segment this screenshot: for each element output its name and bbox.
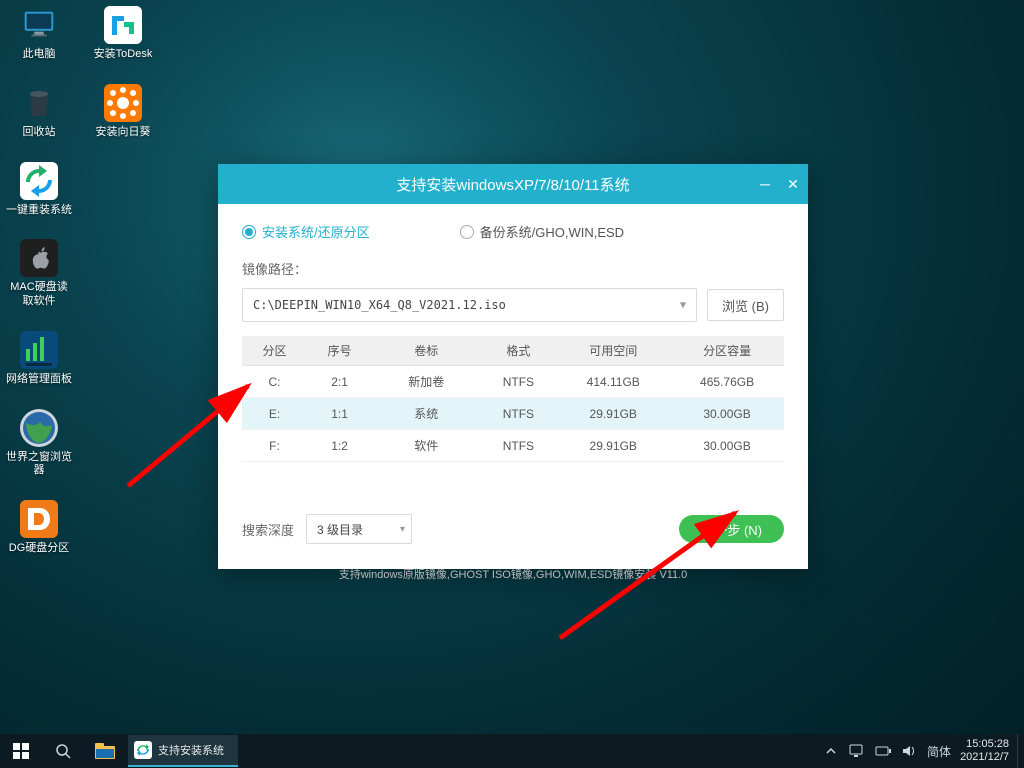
table-row[interactable]: E: 1:1 系统 NTFS 29.91GB 30.00GB: [242, 398, 784, 430]
tray-clock[interactable]: 15:05:28 2021/12/7: [956, 738, 1017, 763]
dg-icon: [20, 500, 58, 538]
dialog-footnote: 支持windows原版镜像,GHOST ISO镜像,GHO,WIM,ESD镜像安…: [242, 566, 784, 582]
taskbar-search-button[interactable]: [42, 734, 84, 768]
desktop-icon-reinstall[interactable]: 一键重装系统: [6, 162, 72, 218]
desktop-icon-netpanel[interactable]: 网络管理面板: [6, 331, 72, 387]
desktop-icon-this-pc[interactable]: 此电脑: [6, 6, 72, 62]
network-panel-icon: [20, 331, 58, 369]
start-button[interactable]: [0, 734, 42, 768]
radio-dot-icon: [460, 225, 474, 239]
radio-label: 备份系统/GHO,WIN,ESD: [480, 222, 624, 241]
install-dialog: 支持安装windowsXP/7/8/10/11系统 ─ ✕ 安装系统/还原分区 …: [218, 164, 808, 569]
desktop-icon-label: DG硬盘分区: [9, 542, 70, 556]
desktop-icon-label: 回收站: [23, 126, 56, 140]
next-button[interactable]: 下一步 (N): [679, 515, 784, 543]
desktop: 此电脑 安装ToDesk 回收站 安装向日葵: [0, 0, 1024, 768]
desktop-icon-label: 世界之窗浏览 器: [6, 451, 72, 479]
th-format: 格式: [480, 336, 556, 366]
todesk-icon: [104, 6, 142, 44]
chevron-down-icon: ▼: [680, 300, 686, 311]
th-label: 卷标: [372, 336, 480, 366]
desktop-icon-label: 一键重装系统: [6, 204, 72, 218]
th-partition: 分区: [242, 336, 307, 366]
th-free: 可用空间: [556, 336, 670, 366]
system-tray: 简体 15:05:28 2021/12/7: [818, 734, 1024, 768]
apple-icon: [20, 239, 58, 277]
desktop-icon-label: 安装向日葵: [96, 126, 151, 140]
sunflower-icon: [104, 84, 142, 122]
tray-ime[interactable]: 简体: [922, 734, 956, 768]
tray-volume-icon[interactable]: [896, 734, 922, 768]
partition-table: 分区 序号 卷标 格式 可用空间 分区容量 C: 2:1 新加卷 NTFS 41…: [242, 336, 784, 462]
search-depth-select[interactable]: 3 级目录: [306, 514, 412, 544]
desktop-icon-label: 网络管理面板: [6, 373, 72, 387]
th-seq: 序号: [307, 336, 372, 366]
desktop-icon-dg[interactable]: DG硬盘分区: [6, 500, 72, 556]
task-app-icon: [134, 741, 152, 759]
browse-button[interactable]: 浏览 (B): [707, 289, 784, 321]
globe-icon: [20, 409, 58, 447]
tray-date: 2021/12/7: [960, 751, 1009, 764]
desktop-icon-worldbrowser[interactable]: 世界之窗浏览 器: [6, 409, 72, 479]
image-path-dropdown[interactable]: C:\DEEPIN_WIN10_X64_Q8_V2021.12.iso ▼: [242, 288, 697, 322]
image-path-value: C:\DEEPIN_WIN10_X64_Q8_V2021.12.iso: [253, 298, 506, 312]
search-depth-label: 搜索深度: [242, 520, 294, 539]
taskbar-task-label: 支持安装系统: [158, 742, 224, 758]
desktop-icon-label: MAC硬盘读 取软件: [10, 281, 67, 309]
reinstall-icon: [20, 162, 58, 200]
taskbar: 支持安装系统 简体 15:05:28 2021/12/7: [0, 734, 1024, 768]
tray-network-icon[interactable]: [844, 734, 870, 768]
close-button[interactable]: ✕: [784, 175, 802, 193]
image-path-label: 镜像路径：: [242, 259, 784, 278]
radio-label: 安装系统/还原分区: [262, 222, 370, 241]
table-row[interactable]: C: 2:1 新加卷 NTFS 414.11GB 465.76GB: [242, 366, 784, 398]
desktop-icon-label: 此电脑: [23, 48, 56, 62]
dialog-titlebar[interactable]: 支持安装windowsXP/7/8/10/11系统 ─ ✕: [218, 164, 808, 204]
radio-backup[interactable]: 备份系统/GHO,WIN,ESD: [460, 222, 624, 241]
desktop-icon-label: 安装ToDesk: [94, 48, 153, 62]
radio-install[interactable]: 安装系统/还原分区: [242, 222, 370, 241]
desktop-icon-recycle[interactable]: 回收站: [6, 84, 72, 140]
tray-chevron-up-icon[interactable]: [818, 734, 844, 768]
desktop-icons: 此电脑 安装ToDesk 回收站 安装向日葵: [6, 6, 156, 556]
desktop-icon-sunflower[interactable]: 安装向日葵: [90, 84, 156, 140]
trash-icon: [20, 84, 58, 122]
radio-dot-icon: [242, 225, 256, 239]
taskbar-explorer-button[interactable]: [84, 734, 126, 768]
th-capacity: 分区容量: [670, 336, 784, 366]
tray-battery-icon[interactable]: [870, 734, 896, 768]
table-row[interactable]: F: 1:2 软件 NTFS 29.91GB 30.00GB: [242, 430, 784, 462]
minimize-button[interactable]: ─: [756, 175, 774, 193]
dialog-title: 支持安装windowsXP/7/8/10/11系统: [396, 174, 629, 195]
show-desktop-button[interactable]: [1017, 734, 1024, 768]
search-depth-value: 3 级目录: [317, 521, 363, 538]
tray-time: 15:05:28: [966, 738, 1009, 751]
desktop-icon-todesk[interactable]: 安装ToDesk: [90, 6, 156, 62]
desktop-icon-macread[interactable]: MAC硬盘读 取软件: [6, 239, 72, 309]
taskbar-task-installer[interactable]: 支持安装系统: [128, 735, 238, 767]
monitor-icon: [20, 6, 58, 44]
